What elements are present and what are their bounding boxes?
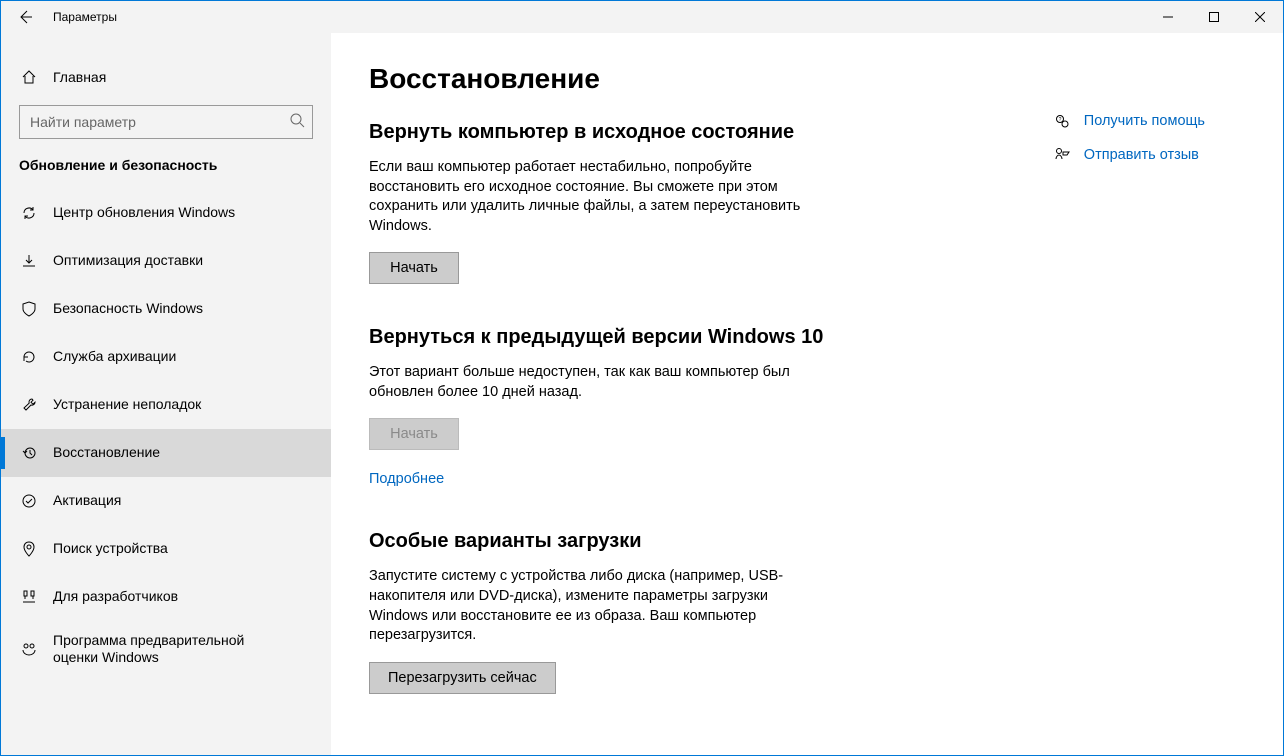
maximize-button[interactable] [1191, 1, 1237, 33]
get-help-link[interactable]: ? Получить помощь [1052, 113, 1205, 129]
close-button[interactable] [1237, 1, 1283, 33]
main-column: Восстановление Вернуть компьютер в исход… [369, 63, 1009, 735]
content: Восстановление Вернуть компьютер в исход… [331, 33, 1283, 755]
window-title: Параметры [49, 10, 117, 24]
sidebar-item-activation[interactable]: Активация [1, 477, 331, 525]
section-goback-text: Этот вариант больше недоступен, так как … [369, 363, 809, 402]
clock-back-icon [19, 445, 39, 461]
insider-icon [19, 641, 39, 657]
sidebar-item-label: Восстановление [53, 444, 160, 462]
sidebar-item-troubleshoot[interactable]: Устранение неполадок [1, 381, 331, 429]
backup-icon [19, 349, 39, 365]
sidebar-item-label: Устранение неполадок [53, 396, 201, 414]
search-wrap [19, 105, 313, 139]
sidebar-item-security[interactable]: Безопасность Windows [1, 285, 331, 333]
section-advanced-text: Запустите систему с устройства либо диск… [369, 567, 809, 645]
goback-start-button: Начать [369, 418, 459, 450]
back-button[interactable] [1, 1, 49, 33]
location-icon [19, 541, 39, 557]
help-icon: ? [1052, 113, 1072, 129]
give-feedback-label: Отправить отзыв [1084, 147, 1199, 163]
wrench-icon [19, 397, 39, 413]
sidebar-item-recovery[interactable]: Восстановление [1, 429, 331, 477]
sidebar-item-label: Поиск устройства [53, 540, 168, 558]
restart-now-button[interactable]: Перезагрузить сейчас [369, 662, 556, 694]
section-reset: Вернуть компьютер в исходное состояние Е… [369, 121, 1009, 284]
sidebar-item-delivery-optimization[interactable]: Оптимизация доставки [1, 237, 331, 285]
sidebar-item-label: Служба архивации [53, 348, 176, 366]
sidebar-item-find-device[interactable]: Поиск устройства [1, 525, 331, 573]
sidebar-nav: Центр обновления Windows Оптимизация дос… [1, 189, 331, 677]
sidebar: Главная Обновление и безопасность Центр … [1, 33, 331, 755]
settings-window: Параметры Главная О [0, 0, 1284, 756]
sidebar-item-backup[interactable]: Служба архивации [1, 333, 331, 381]
titlebar: Параметры [1, 1, 1283, 33]
sidebar-item-for-developers[interactable]: Для разработчиков [1, 573, 331, 621]
sync-icon [19, 205, 39, 221]
search-input[interactable] [19, 105, 313, 139]
svg-text:?: ? [1058, 117, 1061, 123]
code-icon [19, 589, 39, 605]
goback-learn-more-link[interactable]: Подробнее [369, 471, 444, 487]
home-icon [19, 69, 39, 85]
minimize-icon [1163, 12, 1173, 22]
maximize-icon [1209, 12, 1219, 22]
feedback-icon [1052, 147, 1072, 163]
page-title: Восстановление [369, 63, 1009, 95]
home-link[interactable]: Главная [1, 57, 331, 97]
check-circle-icon [19, 493, 39, 509]
get-help-label: Получить помощь [1084, 113, 1205, 129]
search-icon [289, 112, 305, 128]
sidebar-item-label: Безопасность Windows [53, 300, 203, 318]
give-feedback-link[interactable]: Отправить отзыв [1052, 147, 1205, 163]
right-column: ? Получить помощь Отправить отзыв [1052, 63, 1245, 735]
section-reset-text: Если ваш компьютер работает нестабильно,… [369, 158, 809, 236]
home-label: Главная [53, 69, 106, 85]
download-icon [19, 253, 39, 269]
sidebar-item-label: Центр обновления Windows [53, 204, 235, 222]
section-reset-title: Вернуть компьютер в исходное состояние [369, 121, 1009, 144]
shield-icon [19, 301, 39, 317]
sidebar-item-label: Оптимизация доставки [53, 252, 203, 270]
sidebar-item-label: Активация [53, 492, 121, 510]
sidebar-group-title: Обновление и безопасность [1, 153, 331, 189]
reset-start-button[interactable]: Начать [369, 252, 459, 284]
section-advanced-title: Особые варианты загрузки [369, 530, 1009, 553]
arrow-left-icon [17, 9, 33, 25]
sidebar-item-label: Для разработчиков [53, 588, 178, 606]
section-advanced-startup: Особые варианты загрузки Запустите систе… [369, 530, 1009, 693]
sidebar-item-label: Программа предварительной оценки Windows [53, 632, 293, 667]
sidebar-item-windows-update[interactable]: Центр обновления Windows [1, 189, 331, 237]
sidebar-item-insider-program[interactable]: Программа предварительной оценки Windows [1, 621, 331, 677]
section-goback-title: Вернуться к предыдущей версии Windows 10 [369, 326, 1009, 349]
minimize-button[interactable] [1145, 1, 1191, 33]
section-goback: Вернуться к предыдущей версии Windows 10… [369, 326, 1009, 488]
close-icon [1255, 12, 1265, 22]
